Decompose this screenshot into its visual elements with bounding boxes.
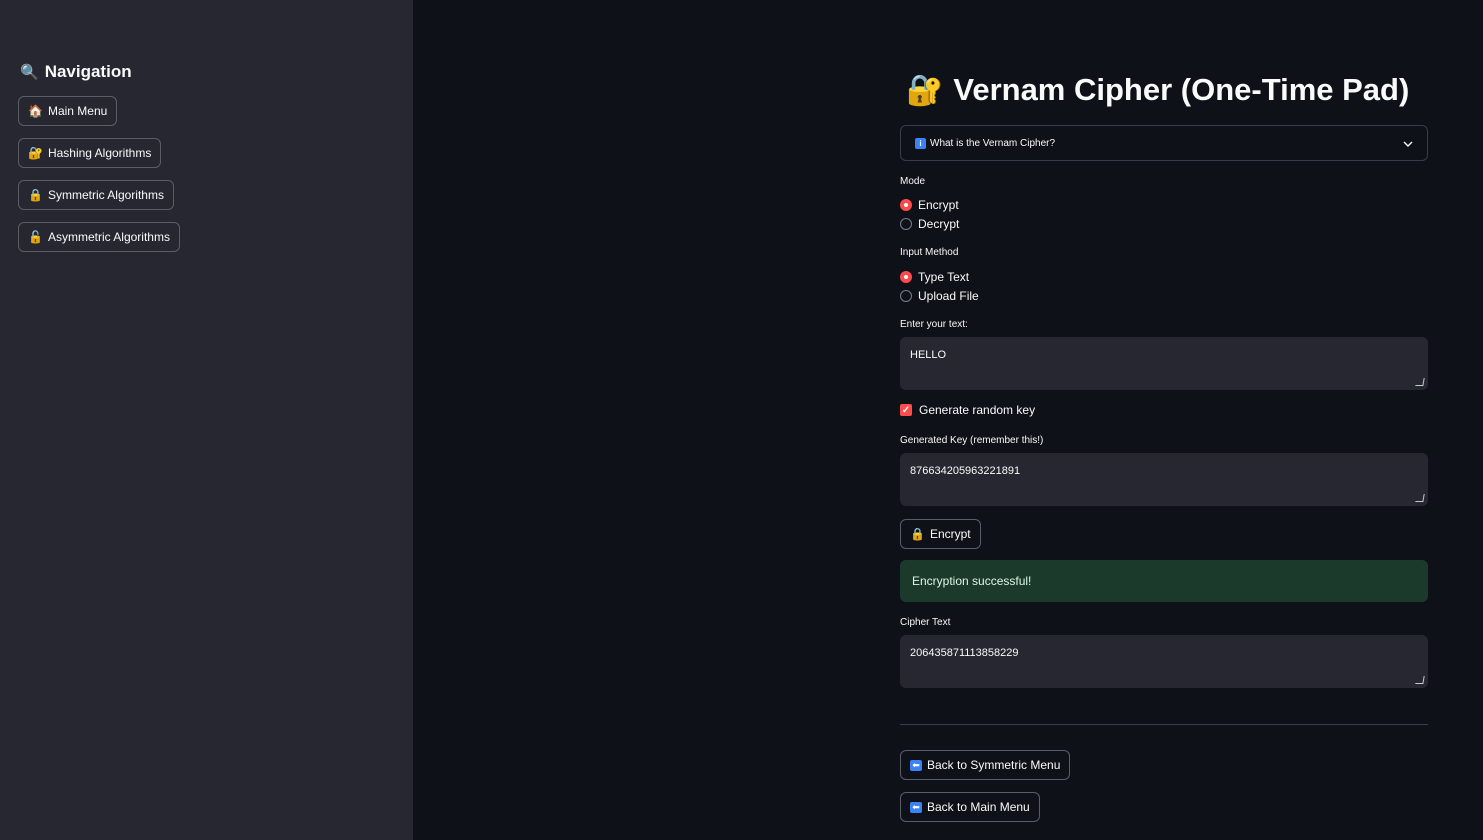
cipher-text-value: 206435871113858229 xyxy=(910,647,1019,659)
cipher-text-field[interactable]: 206435871113858229 xyxy=(900,635,1428,688)
input-option-upload-file[interactable]: Upload File xyxy=(900,289,979,303)
mode-option-decrypt-label: Decrypt xyxy=(918,217,960,231)
lock-icon: 🔒 xyxy=(910,527,925,541)
mode-option-encrypt-label: Encrypt xyxy=(918,198,959,212)
symmetric-algorithms-button[interactable]: 🔒 Symmetric Algorithms xyxy=(18,180,174,210)
hashing-algorithms-button[interactable]: 🔐 Hashing Algorithms xyxy=(18,138,162,168)
mode-option-decrypt[interactable]: Decrypt xyxy=(900,217,959,231)
text-input[interactable]: HELLO xyxy=(900,337,1428,390)
info-icon: i xyxy=(915,137,926,149)
generated-key-field[interactable]: 876634205963221891 xyxy=(900,453,1428,506)
radio-unselected-icon xyxy=(900,290,912,302)
magnifier-icon: 🔍 xyxy=(20,64,39,81)
radio-selected-icon xyxy=(900,271,912,283)
generate-random-key-label: Generate random key xyxy=(919,403,1036,417)
sidebar: 🔍 Navigation 🏠 Main Menu 🔐 Hashing Algor… xyxy=(0,0,413,840)
main-menu-label: Main Menu xyxy=(47,104,108,118)
radio-unselected-icon xyxy=(900,218,912,230)
input-option-upload-file-label: Upload File xyxy=(918,289,979,303)
generate-random-key-checkbox[interactable]: ✓ Generate random key xyxy=(900,403,1035,417)
page-title-text: Vernam Cipher (One-Time Pad) xyxy=(953,72,1410,107)
symmetric-algorithms-label: Symmetric Algorithms xyxy=(47,188,164,202)
house-icon: 🏠 xyxy=(28,104,43,118)
input-option-type-text[interactable]: Type Text xyxy=(900,270,969,284)
encrypt-button[interactable]: 🔒 Encrypt xyxy=(900,519,981,549)
text-input-label: Enter your text: xyxy=(900,319,968,330)
success-alert: Encryption successful! xyxy=(900,560,1428,602)
generated-key-value: 876634205963221891 xyxy=(910,465,1021,477)
input-method-label: Input Method xyxy=(900,247,959,258)
left-arrow-icon: ⬅ xyxy=(910,801,922,813)
back-to-main-menu-button[interactable]: ⬅ Back to Main Menu xyxy=(900,792,1040,822)
back-to-symmetric-menu-button[interactable]: ⬅ Back to Symmetric Menu xyxy=(900,750,1071,780)
sidebar-title-label: Navigation xyxy=(44,62,132,81)
left-arrow-icon: ⬅ xyxy=(910,759,922,771)
input-option-type-text-label: Type Text xyxy=(918,270,970,284)
encrypt-button-label: Encrypt xyxy=(929,527,971,541)
text-input-value: HELLO xyxy=(910,349,947,361)
lock-icon: 🔒 xyxy=(28,188,43,202)
cipher-text-label: Cipher Text xyxy=(900,617,951,628)
checkmark-icon: ✓ xyxy=(900,404,912,416)
resize-handle-icon[interactable] xyxy=(1415,378,1425,386)
divider xyxy=(900,724,1428,725)
back-to-main-menu-label: Back to Main Menu xyxy=(927,800,1030,814)
locked-with-key-icon: 🔐 xyxy=(906,73,944,107)
asymmetric-algorithms-button[interactable]: 🔓 Asymmetric Algorithms xyxy=(18,222,180,252)
asymmetric-algorithms-label: Asymmetric Algorithms xyxy=(47,230,170,244)
mode-label: Mode xyxy=(900,176,926,187)
expander-label: What is the Vernam Cipher? xyxy=(930,137,1056,149)
success-message: Encryption successful! xyxy=(912,574,1032,588)
radio-selected-icon xyxy=(900,199,912,211)
generated-key-label: Generated Key (remember this!) xyxy=(900,435,1044,446)
vernam-info-expander[interactable]: i What is the Vernam Cipher? xyxy=(900,125,1428,161)
locked-with-key-icon: 🔐 xyxy=(28,146,43,160)
sidebar-title: 🔍 Navigation xyxy=(20,62,132,82)
mode-option-encrypt[interactable]: Encrypt xyxy=(900,198,959,212)
hashing-algorithms-label: Hashing Algorithms xyxy=(47,146,152,160)
resize-handle-icon[interactable] xyxy=(1415,676,1425,684)
chevron-down-icon xyxy=(1403,136,1413,150)
resize-handle-icon[interactable] xyxy=(1415,494,1425,502)
back-to-symmetric-menu-label: Back to Symmetric Menu xyxy=(927,758,1061,772)
page-title: 🔐 Vernam Cipher (One-Time Pad) xyxy=(906,72,1409,108)
main-menu-button[interactable]: 🏠 Main Menu xyxy=(18,96,118,126)
unlocked-icon: 🔓 xyxy=(28,230,43,244)
